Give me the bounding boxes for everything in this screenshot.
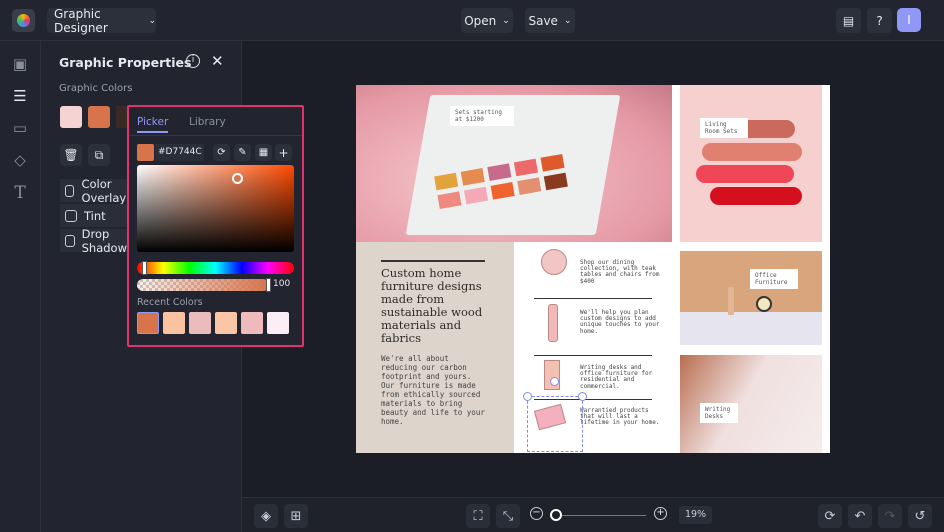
feature-text[interactable]: Warrantied products that will last a lif… <box>580 407 660 427</box>
tag-sets[interactable]: Sets starting at $1200 <box>450 106 514 127</box>
text-panel: Custom home furniture designs made from … <box>356 242 514 453</box>
opacity-value[interactable]: 100 <box>273 279 290 289</box>
hue-handle[interactable] <box>142 261 147 275</box>
resize-handle[interactable] <box>578 392 587 401</box>
grid-icon[interactable]: ▦ <box>255 144 272 161</box>
chevron-down-icon: ⌄ <box>148 15 156 26</box>
shrink-icon[interactable]: ⤡ <box>496 504 520 528</box>
office-photo[interactable]: Office Furniture <box>680 251 822 345</box>
recent-color-swatch[interactable] <box>189 312 211 334</box>
redo-icon[interactable]: ↷ <box>878 504 902 528</box>
close-icon[interactable]: ✕ <box>211 52 224 70</box>
layout-icon[interactable]: ▭ <box>11 119 29 137</box>
recent-colors <box>137 312 289 334</box>
color-picker-popover: Picker Library #D7744C ⟳ ✎ ▦ + 100 Recen… <box>127 105 304 347</box>
tag-living-room[interactable]: Living Room Sets <box>700 118 748 139</box>
palette-photo[interactable]: Sets starting at $1200 <box>356 85 672 242</box>
tab-picker[interactable]: Picker <box>137 116 169 133</box>
rotate-handle[interactable] <box>550 377 559 386</box>
tab-library[interactable]: Library <box>189 116 226 128</box>
image-icon[interactable]: ▣ <box>11 55 29 73</box>
feature-text[interactable]: We'll help you plan custom designs to ad… <box>580 309 660 335</box>
app-menu-button[interactable]: Graphic Designer ⌄ <box>47 7 156 35</box>
color-swatch[interactable] <box>60 106 82 128</box>
selection-box[interactable] <box>523 377 587 452</box>
feature-text[interactable]: Writing desks and office furniture for r… <box>580 364 660 390</box>
duplicate-icon[interactable]: ⧉ <box>88 144 110 166</box>
recent-color-swatch[interactable] <box>215 312 237 334</box>
body-text[interactable]: We're all about reducing our carbon foot… <box>381 354 489 426</box>
recent-color-swatch[interactable] <box>241 312 263 334</box>
add-color-icon[interactable]: + <box>275 144 292 161</box>
recent-colors-label: Recent Colors <box>137 297 203 308</box>
chevron-down-icon: ⌄ <box>563 15 572 26</box>
zoom-slider-handle[interactable] <box>550 509 562 521</box>
bottom-toolbar: ◈ ⊞ ⛶ ⤡ − + 19% ⟳ ↶ ↷ ↺ <box>242 497 944 532</box>
save-button[interactable]: Save ⌄ <box>525 8 575 33</box>
graphic-colors-label: Graphic Colors <box>59 83 133 94</box>
zoom-out-icon[interactable]: − <box>530 507 543 520</box>
recent-color-swatch[interactable] <box>267 312 289 334</box>
grid-view-icon[interactable]: ⊞ <box>284 504 308 528</box>
saturation-handle[interactable] <box>232 173 243 184</box>
opacity-handle[interactable] <box>266 278 271 292</box>
app-logo[interactable] <box>12 9 35 32</box>
top-bar: Graphic Designer ⌄ Open ⌄ Save ⌄ ▤ ? I <box>0 0 944 41</box>
tool-rail: ▣ ☰ ▭ ◇ T <box>0 41 41 532</box>
swap-icon[interactable]: ⟳ <box>213 144 230 161</box>
resize-handle[interactable] <box>523 392 532 401</box>
features-list: Shop our dining collection, with teak ta… <box>514 242 672 453</box>
design-canvas: Sets starting at $1200 Living Room Sets … <box>356 85 830 453</box>
tag-writing-desks[interactable]: Writing Desks <box>700 403 738 424</box>
avatar[interactable]: I <box>897 8 921 32</box>
current-color-swatch <box>137 144 154 161</box>
tag-office[interactable]: Office Furniture <box>750 269 798 290</box>
lipstick-illustration <box>548 304 558 342</box>
headline[interactable]: Custom home furniture designs made from … <box>381 267 491 345</box>
open-button[interactable]: Open ⌄ <box>461 8 513 33</box>
color-swatch[interactable] <box>88 106 110 128</box>
info-icon[interactable]: i <box>186 54 200 68</box>
undo-icon[interactable]: ↶ <box>848 504 872 528</box>
eyedropper-icon[interactable]: ✎ <box>234 144 251 161</box>
zoom-slider[interactable] <box>550 509 646 521</box>
hue-slider[interactable] <box>137 261 294 275</box>
compact-illustration <box>541 249 567 275</box>
delete-icon[interactable]: 🗑 <box>60 144 82 166</box>
saturation-area[interactable] <box>137 165 294 252</box>
zoom-in-icon[interactable]: + <box>654 507 667 520</box>
comments-icon[interactable]: ▤ <box>836 8 861 33</box>
shapes-icon[interactable]: ◇ <box>11 151 29 169</box>
opacity-slider[interactable] <box>137 278 271 292</box>
writing-desks-photo[interactable]: Writing Desks <box>680 355 822 453</box>
sliders-icon[interactable]: ☰ <box>11 87 29 105</box>
panel-title: Graphic Properties <box>59 55 192 70</box>
text-icon[interactable]: T <box>11 183 29 203</box>
refresh-icon[interactable]: ⟳ <box>818 504 842 528</box>
recent-color-swatch[interactable] <box>137 312 159 334</box>
zoom-value[interactable]: 19% <box>679 506 712 524</box>
layers-icon[interactable]: ◈ <box>254 504 278 528</box>
hex-input[interactable]: #D7744C <box>155 144 204 161</box>
help-icon[interactable]: ? <box>867 8 892 33</box>
fit-screen-icon[interactable]: ⛶ <box>466 504 490 528</box>
lipstick-swatches-photo[interactable]: Living Room Sets <box>680 85 822 242</box>
chevron-down-icon: ⌄ <box>502 15 510 26</box>
history-icon[interactable]: ↺ <box>908 504 932 528</box>
feature-text[interactable]: Shop our dining collection, with teak ta… <box>580 259 660 285</box>
recent-color-swatch[interactable] <box>163 312 185 334</box>
